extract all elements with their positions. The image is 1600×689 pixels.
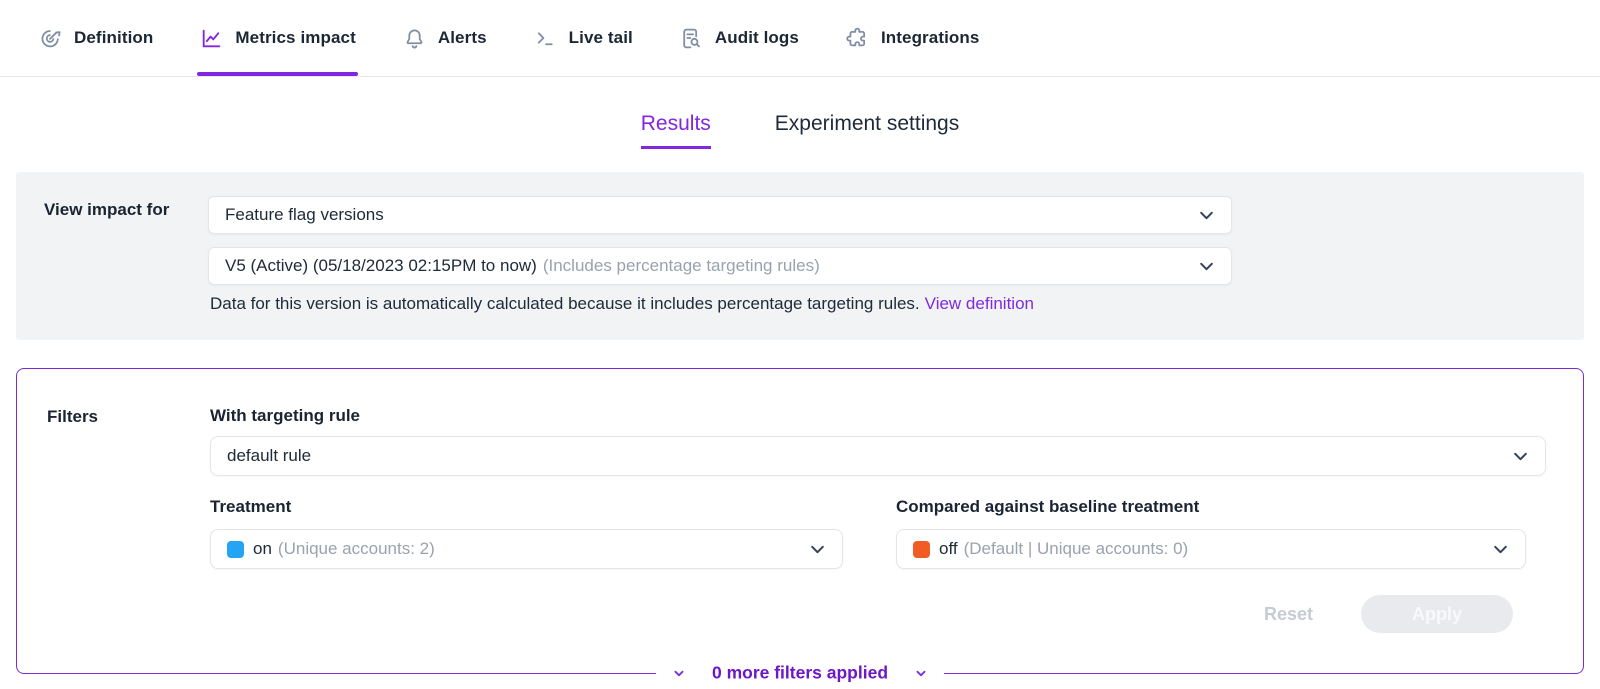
view-impact-label: View impact for: [44, 200, 169, 220]
active-tab-underline: [197, 72, 357, 76]
version-helper-text: Data for this version is automatically c…: [210, 294, 1034, 314]
tab-metrics-impact[interactable]: Metrics impact: [199, 0, 355, 76]
top-navigation: Definition Metrics impact Alerts Liv: [0, 0, 1600, 77]
tab-label: Definition: [74, 28, 153, 48]
treatment-select[interactable]: on (Unique accounts: 2): [210, 529, 843, 569]
results-subtabs: Results Experiment settings: [0, 112, 1600, 149]
chevron-down-icon: [1198, 258, 1215, 275]
chevron-down-icon: [914, 666, 928, 680]
targeting-rule-select[interactable]: default rule: [210, 436, 1546, 476]
version-select[interactable]: V5 (Active) (05/18/2023 02:15PM to now) …: [208, 247, 1232, 285]
chevron-down-icon: [1198, 207, 1215, 224]
chevron-down-icon: [809, 541, 826, 558]
baseline-treatment-select[interactable]: off (Default | Unique accounts: 0): [896, 529, 1526, 569]
version-type-value: Feature flag versions: [225, 205, 384, 225]
treatment-hint: (Unique accounts: 2): [278, 539, 435, 559]
tab-definition[interactable]: Definition: [38, 0, 153, 76]
more-filters-label: 0 more filters applied: [712, 663, 888, 684]
tab-alerts[interactable]: Alerts: [402, 0, 487, 76]
tab-label: Audit logs: [715, 28, 799, 48]
more-filters-toggle[interactable]: 0 more filters applied: [656, 663, 944, 684]
target-icon: [38, 26, 63, 51]
treatment-color-swatch: [227, 541, 244, 558]
chevron-down-icon: [1492, 541, 1509, 558]
baseline-treatment-label: Compared against baseline treatment: [896, 497, 1199, 517]
baseline-value: off: [939, 539, 958, 559]
filters-actions: Reset Apply: [1264, 595, 1513, 633]
version-value: V5 (Active) (05/18/2023 02:15PM to now): [225, 256, 537, 276]
baseline-color-swatch: [913, 541, 930, 558]
document-search-icon: [679, 26, 704, 51]
tab-label: Alerts: [438, 28, 487, 48]
version-type-select[interactable]: Feature flag versions: [208, 196, 1232, 234]
apply-button[interactable]: Apply: [1361, 595, 1513, 633]
view-definition-link[interactable]: View definition: [925, 294, 1034, 313]
filters-panel: Filters With targeting rule default rule…: [16, 368, 1584, 674]
line-chart-icon: [199, 26, 224, 51]
subtab-results[interactable]: Results: [641, 112, 711, 149]
tab-label: Integrations: [881, 28, 980, 48]
baseline-hint: (Default | Unique accounts: 0): [964, 539, 1189, 559]
terminal-icon: [533, 26, 558, 51]
helper-text: Data for this version is automatically c…: [210, 294, 920, 313]
filters-label: Filters: [47, 407, 98, 427]
treatment-label: Treatment: [210, 497, 291, 517]
version-hint: (Includes percentage targeting rules): [543, 256, 820, 276]
tab-integrations[interactable]: Integrations: [845, 0, 980, 76]
tab-label: Metrics impact: [235, 28, 355, 48]
subtab-experiment-settings[interactable]: Experiment settings: [775, 112, 959, 149]
chevron-down-icon: [1512, 448, 1529, 465]
treatment-value: on: [253, 539, 272, 559]
reset-button[interactable]: Reset: [1264, 604, 1313, 625]
chevron-down-icon: [672, 666, 686, 680]
puzzle-icon: [845, 26, 870, 51]
targeting-rule-value: default rule: [227, 446, 311, 466]
bell-icon: [402, 26, 427, 51]
tab-live-tail[interactable]: Live tail: [533, 0, 633, 76]
tab-audit-logs[interactable]: Audit logs: [679, 0, 799, 76]
targeting-rule-label: With targeting rule: [210, 406, 360, 426]
tab-label: Live tail: [569, 28, 633, 48]
view-impact-panel: View impact for Feature flag versions V5…: [16, 172, 1584, 340]
